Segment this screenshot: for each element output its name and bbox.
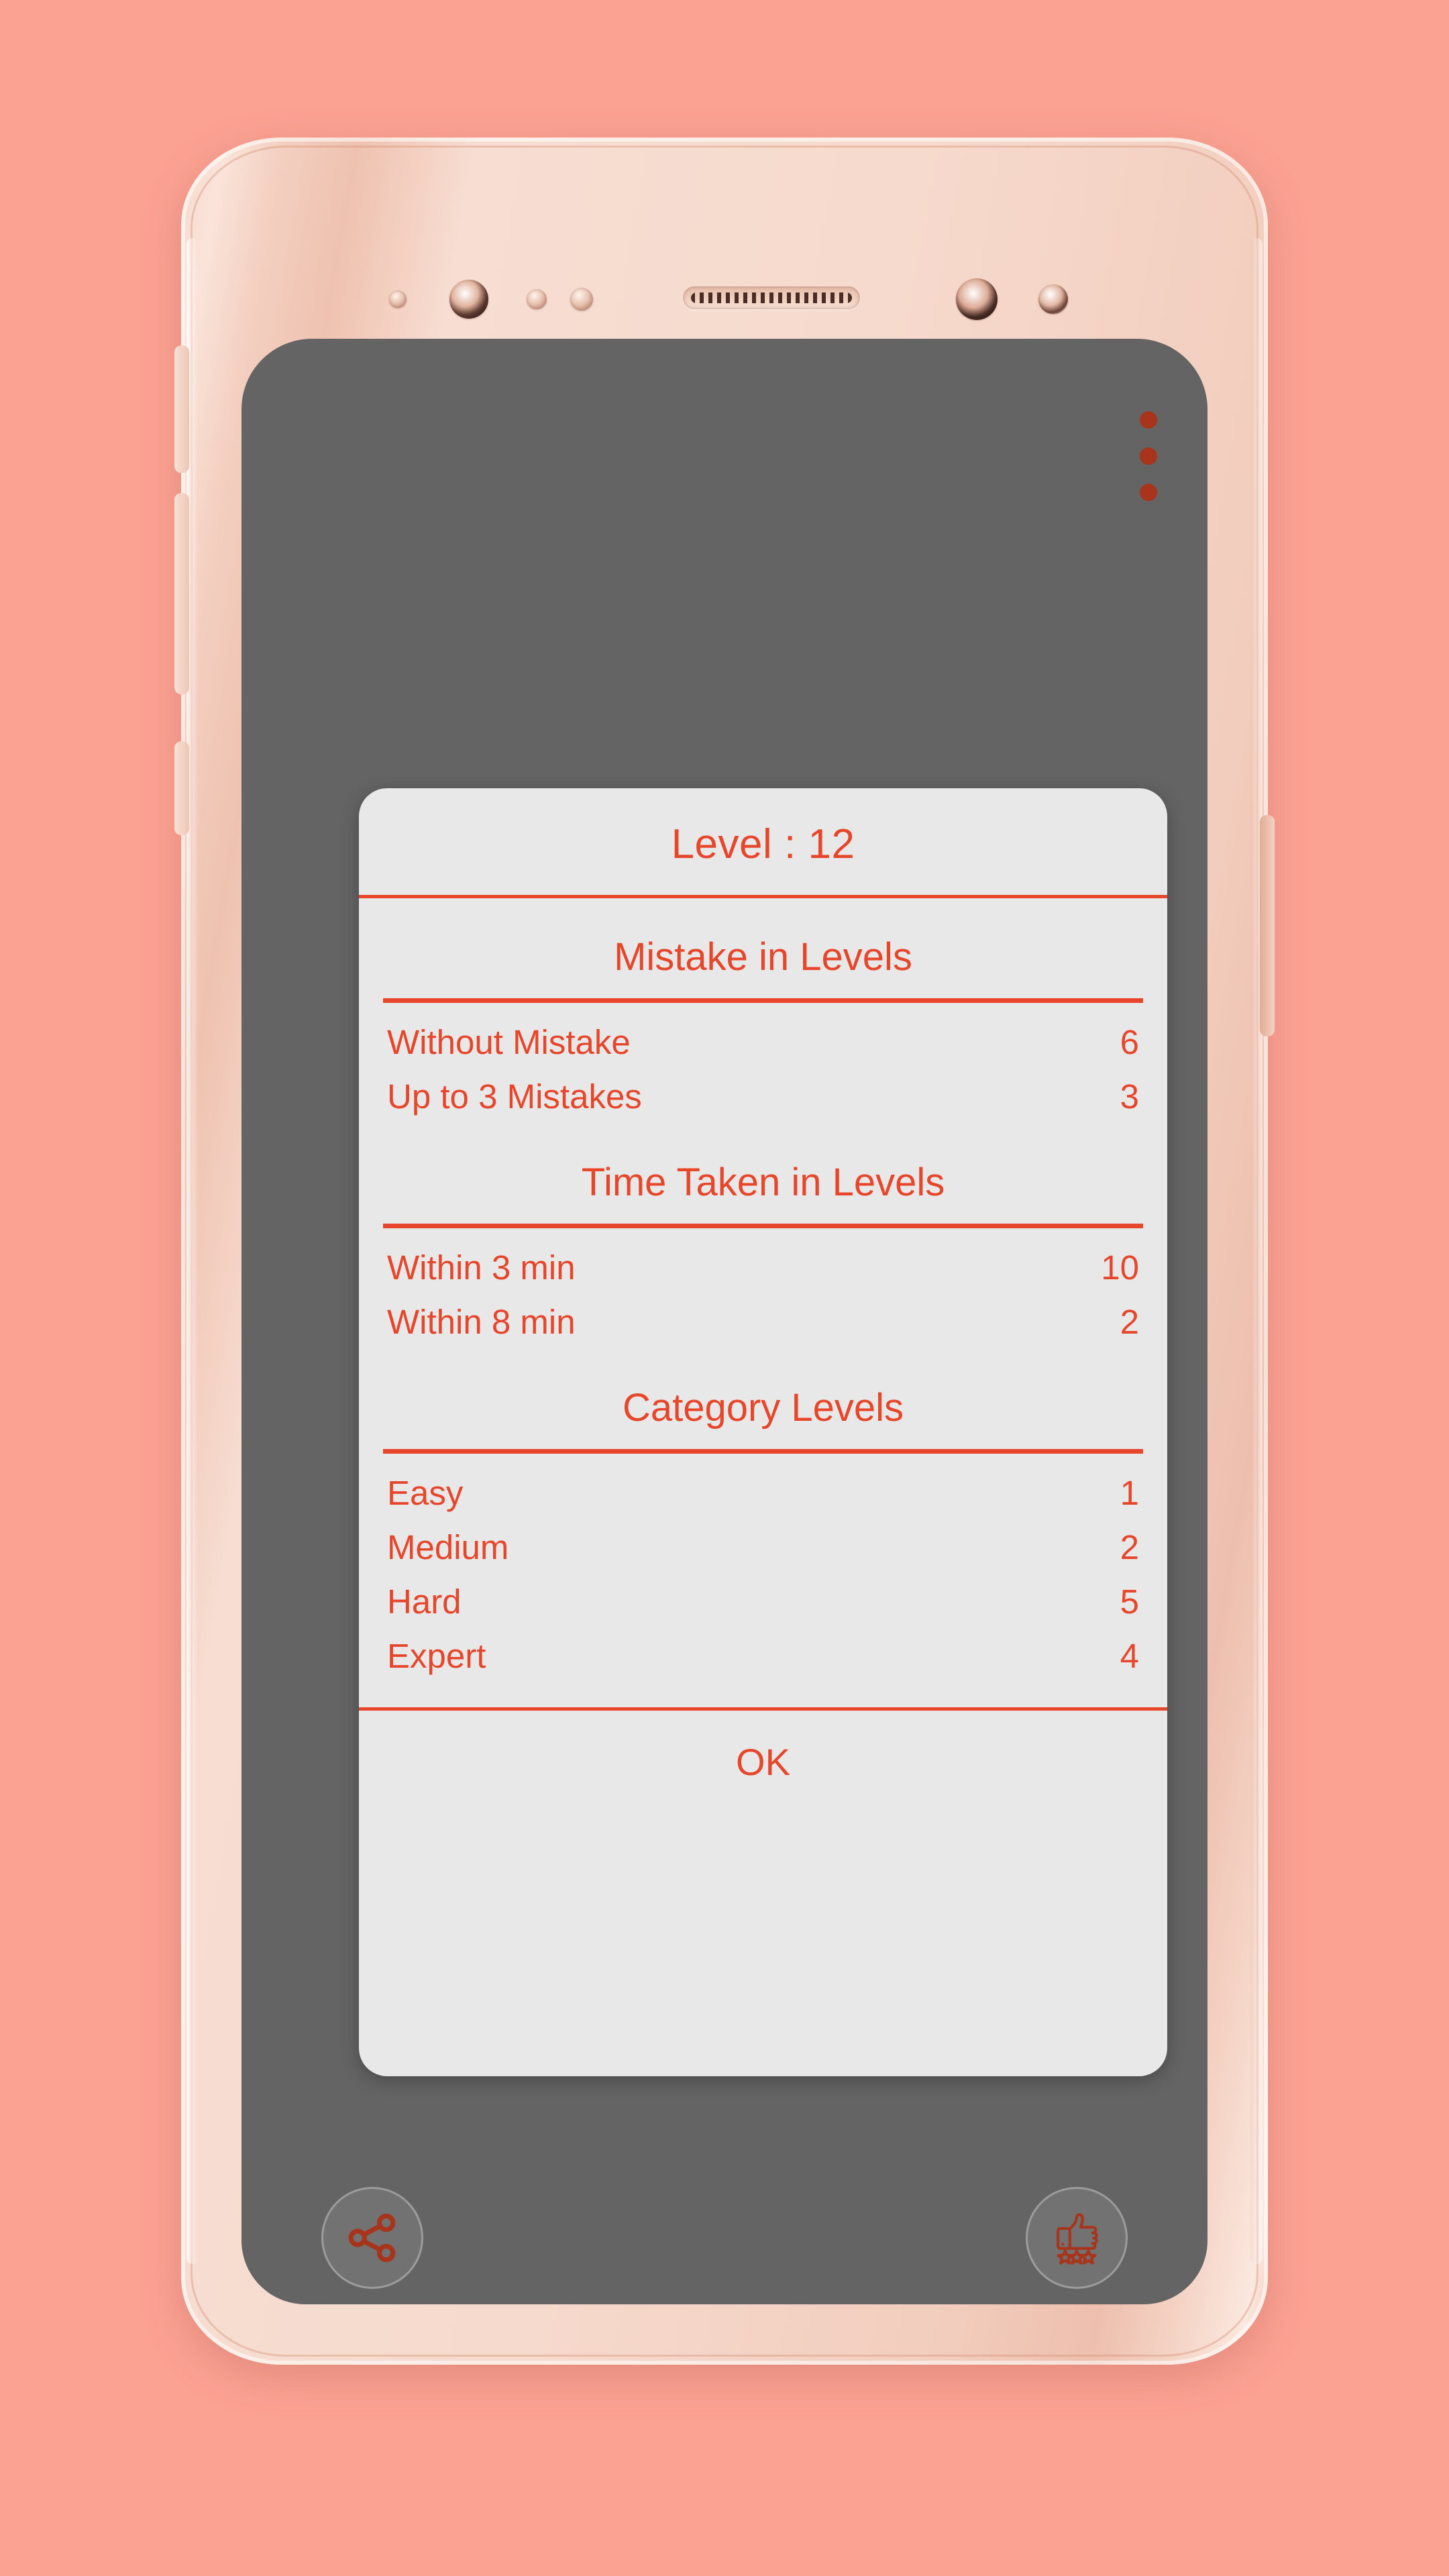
stat-value: 2: [1120, 1303, 1139, 1341]
table-row: Easy 1: [359, 1466, 1167, 1520]
ir-sensor-icon: [389, 290, 407, 308]
iris-scanner-icon: [956, 278, 998, 320]
table-row: Hard 5: [359, 1574, 1167, 1629]
table-row: Within 8 min 2: [359, 1295, 1167, 1349]
front-camera-icon: [449, 280, 488, 319]
table-row: Within 3 min 10: [359, 1240, 1167, 1295]
section-header: Time Taken in Levels: [581, 1161, 945, 1204]
section-divider: [383, 1449, 1143, 1454]
share-nodes-icon: [348, 2213, 396, 2263]
section-time-taken-in-levels: Time Taken in Levels Within 3 min 10 Wit…: [359, 1124, 1167, 1349]
section-header: Category Levels: [622, 1386, 904, 1430]
mute-button[interactable]: [174, 741, 189, 835]
light-sensor-icon: [570, 288, 593, 311]
stat-label: Without Mistake: [387, 1023, 631, 1061]
section-category-levels: Category Levels Easy 1 Medium 2 Hard 5 E…: [359, 1349, 1167, 1683]
stat-value: 10: [1101, 1248, 1139, 1287]
share-button-circle: [321, 2187, 423, 2289]
notification-led-icon: [1038, 284, 1068, 314]
rate-us-button-label: RATE US: [1024, 2301, 1128, 2304]
more-vertical-icon[interactable]: [1128, 406, 1169, 506]
stat-label: Expert: [387, 1637, 486, 1675]
volume-up-button[interactable]: [174, 345, 189, 473]
section-header: Mistake in Levels: [614, 935, 912, 979]
thumbs-up-stars-icon: [1057, 2213, 1098, 2265]
stat-value: 5: [1120, 1582, 1139, 1621]
earpiece-speaker-icon: [683, 286, 860, 309]
phone-right-edge-highlight: [1250, 238, 1263, 2264]
table-row: Medium 2: [359, 1520, 1167, 1574]
rate-us-button-circle: [1026, 2187, 1128, 2289]
power-button[interactable]: [1260, 815, 1275, 1036]
stat-value: 2: [1120, 1528, 1139, 1566]
share-button[interactable]: SHARE: [302, 2187, 443, 2304]
share-button-label: SHARE: [331, 2301, 415, 2304]
level-stats-dialog: Level : 12 Mistake in Levels Without Mis…: [359, 788, 1167, 2076]
menu-dot: [1140, 411, 1157, 429]
top-bezel: [181, 138, 1268, 339]
table-row: Up to 3 Mistakes 3: [359, 1069, 1167, 1124]
stat-label: Hard: [387, 1582, 462, 1621]
rate-us-button[interactable]: RATE US: [1006, 2187, 1147, 2304]
stat-label: Within 8 min: [387, 1303, 576, 1341]
menu-dot: [1140, 484, 1157, 501]
section-mistake-in-levels: Mistake in Levels Without Mistake 6 Up t…: [359, 898, 1167, 1124]
table-row: Without Mistake 6: [359, 1015, 1167, 1069]
stat-label: Easy: [387, 1474, 464, 1512]
dialog-title: Level : 12: [671, 821, 855, 867]
stat-value: 1: [1120, 1474, 1139, 1512]
stat-label: Within 3 min: [387, 1248, 576, 1287]
section-divider: [383, 1224, 1143, 1228]
stat-value: 4: [1120, 1637, 1139, 1675]
stat-label: Up to 3 Mistakes: [387, 1077, 642, 1116]
proximity-sensor-icon: [527, 289, 547, 309]
table-row: Expert 4: [359, 1629, 1167, 1683]
stat-value: 3: [1120, 1077, 1139, 1116]
stat-value: 6: [1120, 1023, 1139, 1061]
volume-down-button[interactable]: [174, 493, 189, 694]
menu-dot: [1140, 447, 1157, 465]
phone-screen: Level : 12 Mistake in Levels Without Mis…: [241, 339, 1208, 2304]
stat-label: Medium: [387, 1528, 509, 1566]
ok-button[interactable]: OK: [359, 1711, 1167, 1819]
section-divider: [383, 998, 1143, 1003]
phone-mockup: Level : 12 Mistake in Levels Without Mis…: [174, 138, 1275, 2365]
